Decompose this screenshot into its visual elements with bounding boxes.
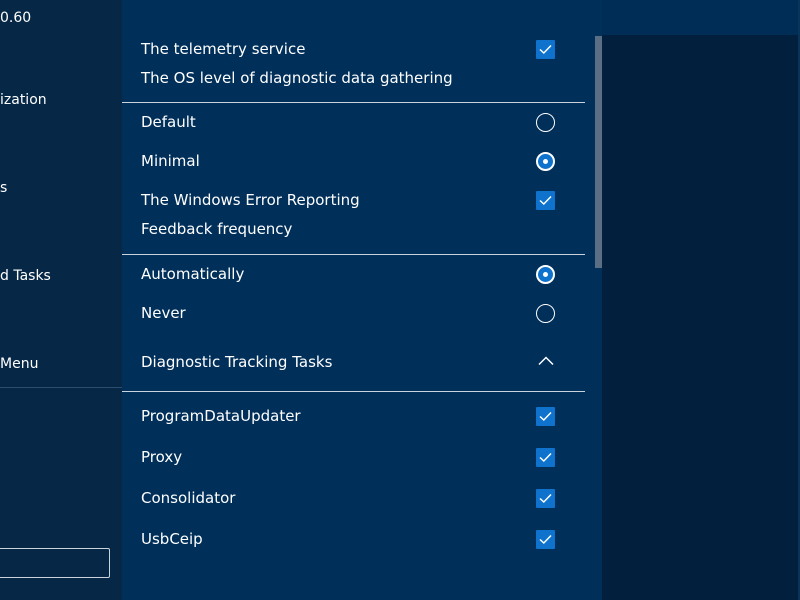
sidebar: 0.60 ization s d Tasks Menu <box>0 0 122 600</box>
settings-panel <box>122 0 602 600</box>
section-divider <box>122 102 585 103</box>
checkmark-icon <box>539 452 552 463</box>
option-automatically-label: Automatically <box>141 265 245 283</box>
option-default-radio[interactable] <box>536 113 555 132</box>
checkmark-icon <box>539 493 552 504</box>
sidebar-item-apps[interactable]: s <box>0 180 7 196</box>
section-divider <box>122 391 585 392</box>
checkmark-icon <box>539 44 552 55</box>
task-programdataupdater-label: ProgramDataUpdater <box>141 407 301 425</box>
error-reporting-checkbox[interactable] <box>536 191 555 210</box>
task-consolidator-label: Consolidator <box>141 489 236 507</box>
sidebar-item-customization[interactable]: ization <box>0 92 47 108</box>
sidebar-item-scheduled-tasks[interactable]: d Tasks <box>0 268 51 284</box>
option-never-label: Never <box>141 304 186 322</box>
telemetry-subtitle: The OS level of diagnostic data gatherin… <box>141 69 453 87</box>
feedback-frequency-label: Feedback frequency <box>141 220 293 238</box>
option-default-label: Default <box>141 113 196 131</box>
option-never-radio[interactable] <box>536 304 555 323</box>
tracking-tasks-header[interactable]: Diagnostic Tracking Tasks <box>141 353 332 371</box>
option-automatically-radio[interactable] <box>536 265 555 284</box>
task-programdataupdater-checkbox[interactable] <box>536 407 555 426</box>
checkmark-icon <box>539 534 552 545</box>
search-input[interactable] <box>0 548 110 578</box>
task-consolidator-checkbox[interactable] <box>536 489 555 508</box>
checkmark-icon <box>539 195 552 206</box>
telemetry-service-checkbox[interactable] <box>536 40 555 59</box>
telemetry-service-label: The telemetry service <box>141 40 306 58</box>
sidebar-item-context-menu[interactable]: Menu <box>0 356 38 372</box>
version-label: 0.60 <box>0 10 32 26</box>
section-divider <box>122 254 585 255</box>
sidebar-divider <box>0 387 122 388</box>
checkmark-icon <box>539 411 552 422</box>
task-usbceip-label: UsbCeip <box>141 530 203 548</box>
task-proxy-checkbox[interactable] <box>536 448 555 467</box>
task-usbceip-checkbox[interactable] <box>536 530 555 549</box>
right-pane <box>602 35 800 600</box>
error-reporting-label: The Windows Error Reporting <box>141 191 360 209</box>
task-proxy-label: Proxy <box>141 448 183 466</box>
chevron-up-icon[interactable] <box>538 356 554 366</box>
option-minimal-label: Minimal <box>141 152 200 170</box>
scrollbar-thumb[interactable] <box>595 36 602 268</box>
option-minimal-radio[interactable] <box>536 152 555 171</box>
